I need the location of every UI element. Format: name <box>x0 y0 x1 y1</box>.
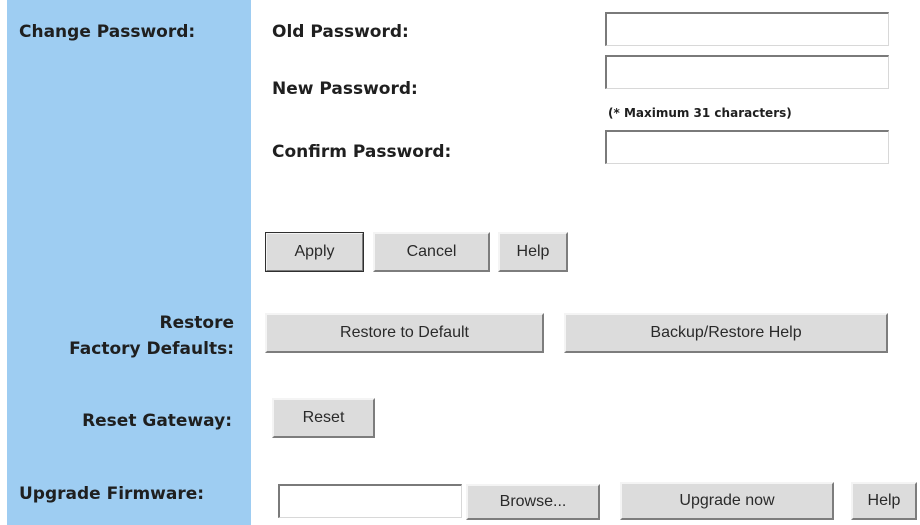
new-password-input[interactable] <box>605 55 889 89</box>
old-password-label: Old Password: <box>272 22 409 42</box>
restore-section-label-line1: Restore <box>159 313 234 333</box>
confirm-password-label: Confirm Password: <box>272 142 452 162</box>
change-password-section-label: Change Password: <box>19 22 196 42</box>
backup-restore-help-button[interactable]: Backup/Restore Help <box>564 313 888 353</box>
label-column <box>7 0 251 525</box>
help-button[interactable]: Help <box>498 232 568 272</box>
reset-button[interactable]: Reset <box>272 398 375 438</box>
confirm-password-input[interactable] <box>605 130 889 164</box>
restore-to-default-button[interactable]: Restore to Default <box>265 313 544 353</box>
upgrade-now-button[interactable]: Upgrade now <box>620 482 834 520</box>
old-password-input[interactable] <box>605 12 889 46</box>
reset-gateway-section-label: Reset Gateway: <box>82 411 232 431</box>
upgrade-firmware-section-label: Upgrade Firmware: <box>19 484 205 504</box>
apply-button[interactable]: Apply <box>265 232 364 272</box>
admin-settings-page: Change Password: Old Password: New Passw… <box>0 0 920 525</box>
new-password-label: New Password: <box>272 79 418 99</box>
browse-button[interactable]: Browse... <box>466 484 600 520</box>
restore-section-label-line2: Factory Defaults: <box>69 339 234 359</box>
max-characters-note: (* Maximum 31 characters) <box>608 106 792 120</box>
cancel-button[interactable]: Cancel <box>373 232 490 272</box>
upgrade-help-button[interactable]: Help <box>851 482 917 520</box>
firmware-file-input[interactable] <box>278 484 462 518</box>
